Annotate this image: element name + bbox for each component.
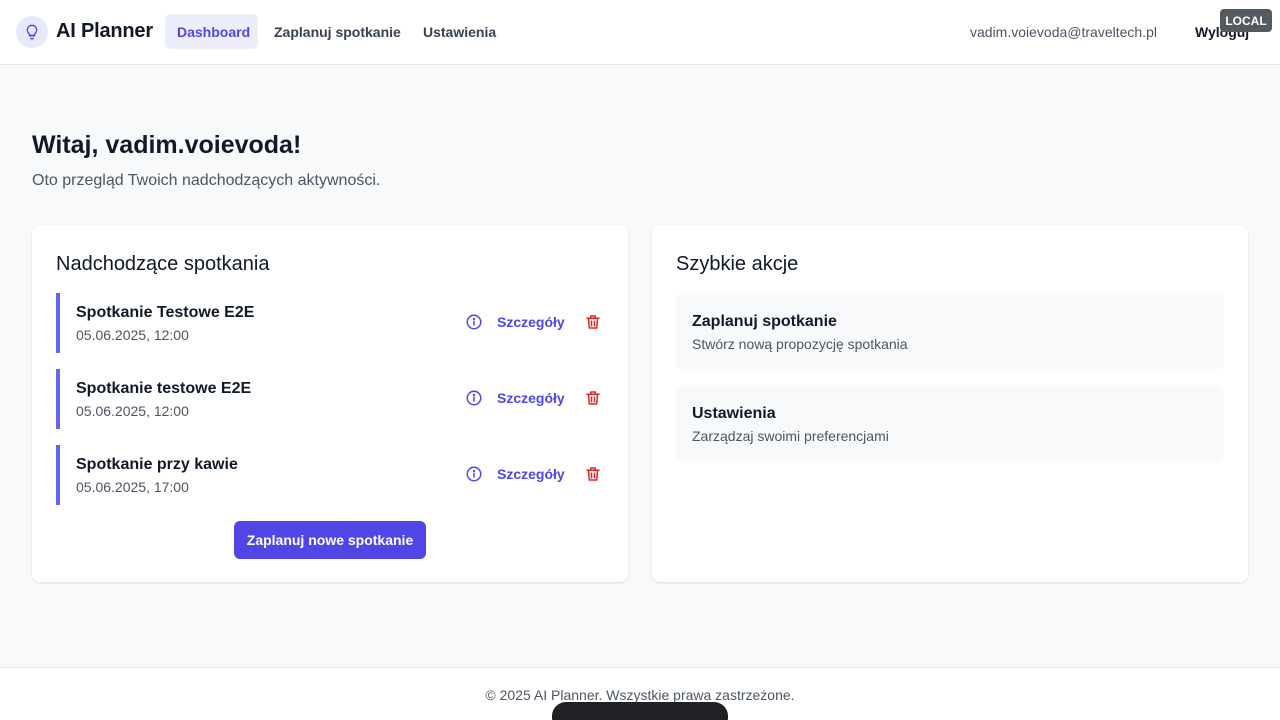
schedule-new-meeting-button[interactable]: Zaplanuj nowe spotkanie (234, 521, 426, 559)
trash-icon[interactable] (584, 465, 602, 483)
action-description: Zarządzaj swoimi preferencjami (692, 428, 889, 444)
details-link[interactable]: Szczegóły (497, 466, 565, 482)
action-description: Stwórz nową propozycję spotkania (692, 336, 908, 352)
card-title: Nadchodzące spotkania (56, 253, 270, 275)
details-link[interactable]: Szczegóły (497, 390, 565, 406)
meeting-date: 05.06.2025, 12:00 (76, 403, 189, 419)
meeting-title: Spotkanie przy kawie (76, 456, 238, 473)
card-title: Szybkie akcje (676, 253, 799, 275)
action-title: Ustawienia (692, 405, 776, 422)
info-icon[interactable] (465, 389, 483, 407)
dev-toolbar[interactable] (552, 702, 728, 720)
top-navbar: AI Planner Dashboard Zaplanuj spotkanie … (0, 0, 1280, 65)
quick-action-settings[interactable]: Ustawienia Zarządzaj swoimi preferencjam… (676, 385, 1224, 461)
meeting-title: Spotkanie Testowe E2E (76, 304, 255, 321)
welcome-title: Witaj, vadim.voievoda! (32, 131, 302, 159)
user-email: vadim.voievoda@traveltech.pl (970, 24, 1157, 40)
environment-badge: LOCAL (1220, 9, 1272, 32)
quick-actions-card: Szybkie akcje Zaplanuj spotkanie Stwórz … (652, 225, 1248, 582)
trash-icon[interactable] (584, 389, 602, 407)
app-title[interactable]: AI Planner (56, 20, 153, 43)
lightbulb-icon (16, 16, 48, 48)
meeting-date: 05.06.2025, 12:00 (76, 327, 189, 343)
trash-icon[interactable] (584, 313, 602, 331)
meeting-item: Spotkanie Testowe E2E 05.06.2025, 12:00 … (56, 293, 604, 353)
nav-schedule-meeting[interactable]: Zaplanuj spotkanie (262, 14, 413, 49)
info-icon[interactable] (465, 465, 483, 483)
footer-copyright: © 2025 AI Planner. Wszystkie prawa zastr… (485, 687, 795, 703)
meeting-title: Spotkanie testowe E2E (76, 380, 252, 397)
action-title: Zaplanuj spotkanie (692, 313, 837, 330)
quick-action-schedule-meeting[interactable]: Zaplanuj spotkanie Stwórz nową propozycj… (676, 293, 1224, 369)
info-icon[interactable] (465, 313, 483, 331)
nav-dashboard[interactable]: Dashboard (165, 14, 258, 49)
meeting-date: 05.06.2025, 17:00 (76, 479, 189, 495)
nav-settings[interactable]: Ustawienia (411, 14, 508, 49)
meeting-item: Spotkanie przy kawie 05.06.2025, 17:00 S… (56, 445, 604, 505)
upcoming-meetings-card: Nadchodzące spotkania Spotkanie Testowe … (32, 225, 628, 582)
meeting-item: Spotkanie testowe E2E 05.06.2025, 12:00 … (56, 369, 604, 429)
details-link[interactable]: Szczegóły (497, 314, 565, 330)
welcome-subtitle: Oto przegląd Twoich nadchodzących aktywn… (32, 172, 381, 189)
